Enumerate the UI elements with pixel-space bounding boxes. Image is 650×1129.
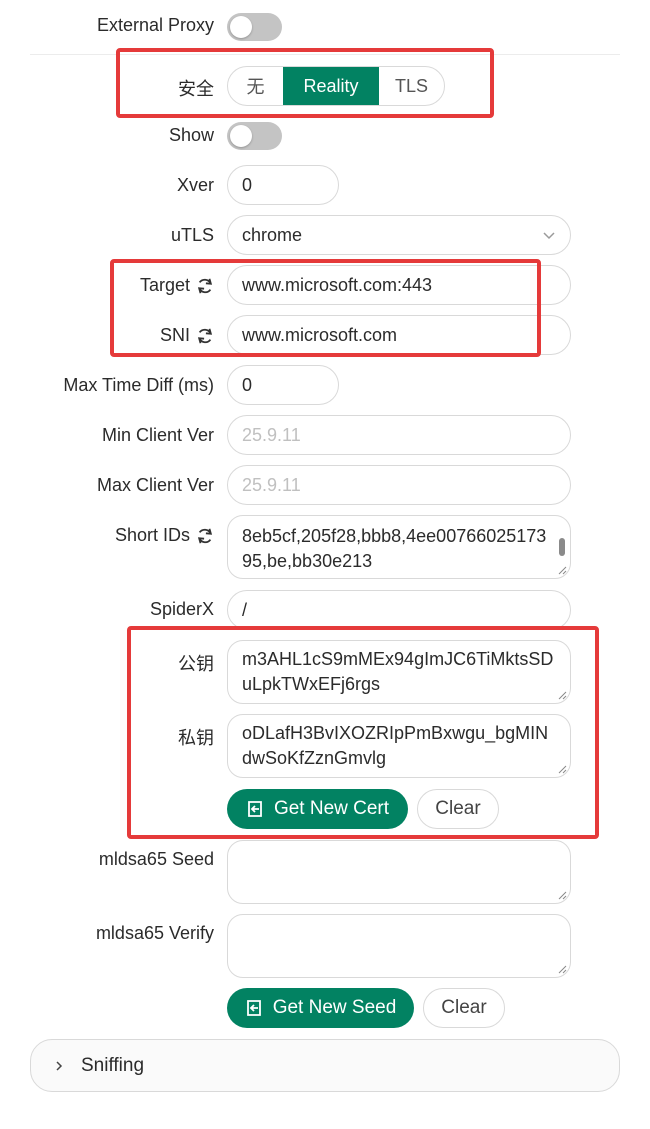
- min-client-ver-placeholder: 25.9.11: [242, 424, 301, 445]
- short-ids-value: 8eb5cf,205f28,bbb8,4ee0076602517395,be,b…: [242, 526, 547, 571]
- utls-select[interactable]: chrome: [227, 215, 571, 255]
- clear-seed-button[interactable]: Clear: [423, 988, 505, 1028]
- mldsa65-verify-label-text: mldsa65 Verify: [95, 923, 214, 943]
- highlight-box-security: [116, 48, 494, 118]
- get-new-seed-label: Get New Seed: [272, 997, 397, 1018]
- min-client-ver-input[interactable]: 25.9.11: [227, 415, 571, 455]
- mldsa65-verify-label: mldsa65 Verify: [96, 923, 214, 944]
- import-icon: [246, 1000, 261, 1016]
- sniffing-collapse-header[interactable]: Sniffing: [30, 1039, 620, 1092]
- xver-label-text: Xver: [176, 175, 214, 195]
- utls-label: uTLS: [171, 225, 214, 246]
- highlight-box-target-sni: [110, 259, 541, 357]
- max-time-diff-value: 0: [242, 374, 253, 395]
- mldsa65-seed-label-text: mldsa65 Seed: [98, 849, 214, 869]
- spiderx-input[interactable]: /: [227, 590, 571, 630]
- min-client-ver-label-text: Min Client Ver: [101, 425, 214, 445]
- highlight-box-keys: [127, 626, 599, 839]
- clear-seed-label: Clear: [441, 997, 487, 1018]
- external-proxy-label: External Proxy: [97, 15, 214, 36]
- max-client-ver-placeholder: 25.9.11: [242, 474, 301, 495]
- mldsa65-seed-textarea[interactable]: [227, 840, 571, 904]
- show-label-text: Show: [168, 125, 214, 145]
- max-client-ver-label-text: Max Client Ver: [96, 475, 214, 495]
- toggle-knob: [230, 16, 252, 38]
- toggle-knob: [230, 125, 252, 147]
- max-time-diff-label-text: Max Time Diff (ms): [63, 375, 214, 395]
- utls-value: chrome: [242, 224, 303, 245]
- get-new-seed-button[interactable]: Get New Seed: [227, 988, 414, 1028]
- show-label: Show: [169, 125, 214, 146]
- xver-value: 0: [242, 174, 253, 195]
- mldsa65-verify-textarea[interactable]: [227, 914, 571, 978]
- short-ids-label: Short IDs: [115, 525, 214, 546]
- mldsa65-seed-label: mldsa65 Seed: [99, 849, 214, 870]
- spiderx-value: /: [242, 599, 248, 620]
- show-toggle[interactable]: [227, 122, 282, 150]
- xver-label: Xver: [177, 175, 214, 196]
- short-ids-label-text: Short IDs: [114, 525, 190, 545]
- sync-icon[interactable]: [196, 527, 214, 545]
- max-time-diff-input[interactable]: 0: [227, 365, 339, 405]
- max-client-ver-input[interactable]: 25.9.11: [227, 465, 571, 505]
- max-client-ver-label: Max Client Ver: [97, 475, 214, 496]
- min-client-ver-label: Min Client Ver: [102, 425, 214, 446]
- resize-handle-icon[interactable]: [558, 965, 567, 974]
- external-proxy-label-text: External Proxy: [96, 15, 214, 35]
- xver-input[interactable]: 0: [227, 165, 339, 205]
- chevron-down-icon: [543, 232, 555, 240]
- resize-handle-icon[interactable]: [558, 566, 567, 575]
- spiderx-label: SpiderX: [150, 599, 214, 620]
- spiderx-label-text: SpiderX: [149, 599, 214, 619]
- scrollbar-thumb[interactable]: [559, 538, 565, 556]
- utls-label-text: uTLS: [170, 225, 214, 245]
- short-ids-textarea[interactable]: 8eb5cf,205f28,bbb8,4ee0076602517395,be,b…: [227, 515, 571, 579]
- external-proxy-toggle[interactable]: [227, 13, 282, 41]
- max-time-diff-label: Max Time Diff (ms): [63, 375, 214, 396]
- sniffing-label: Sniffing: [81, 1054, 145, 1076]
- chevron-right-icon: [56, 1060, 63, 1071]
- resize-handle-icon[interactable]: [558, 891, 567, 900]
